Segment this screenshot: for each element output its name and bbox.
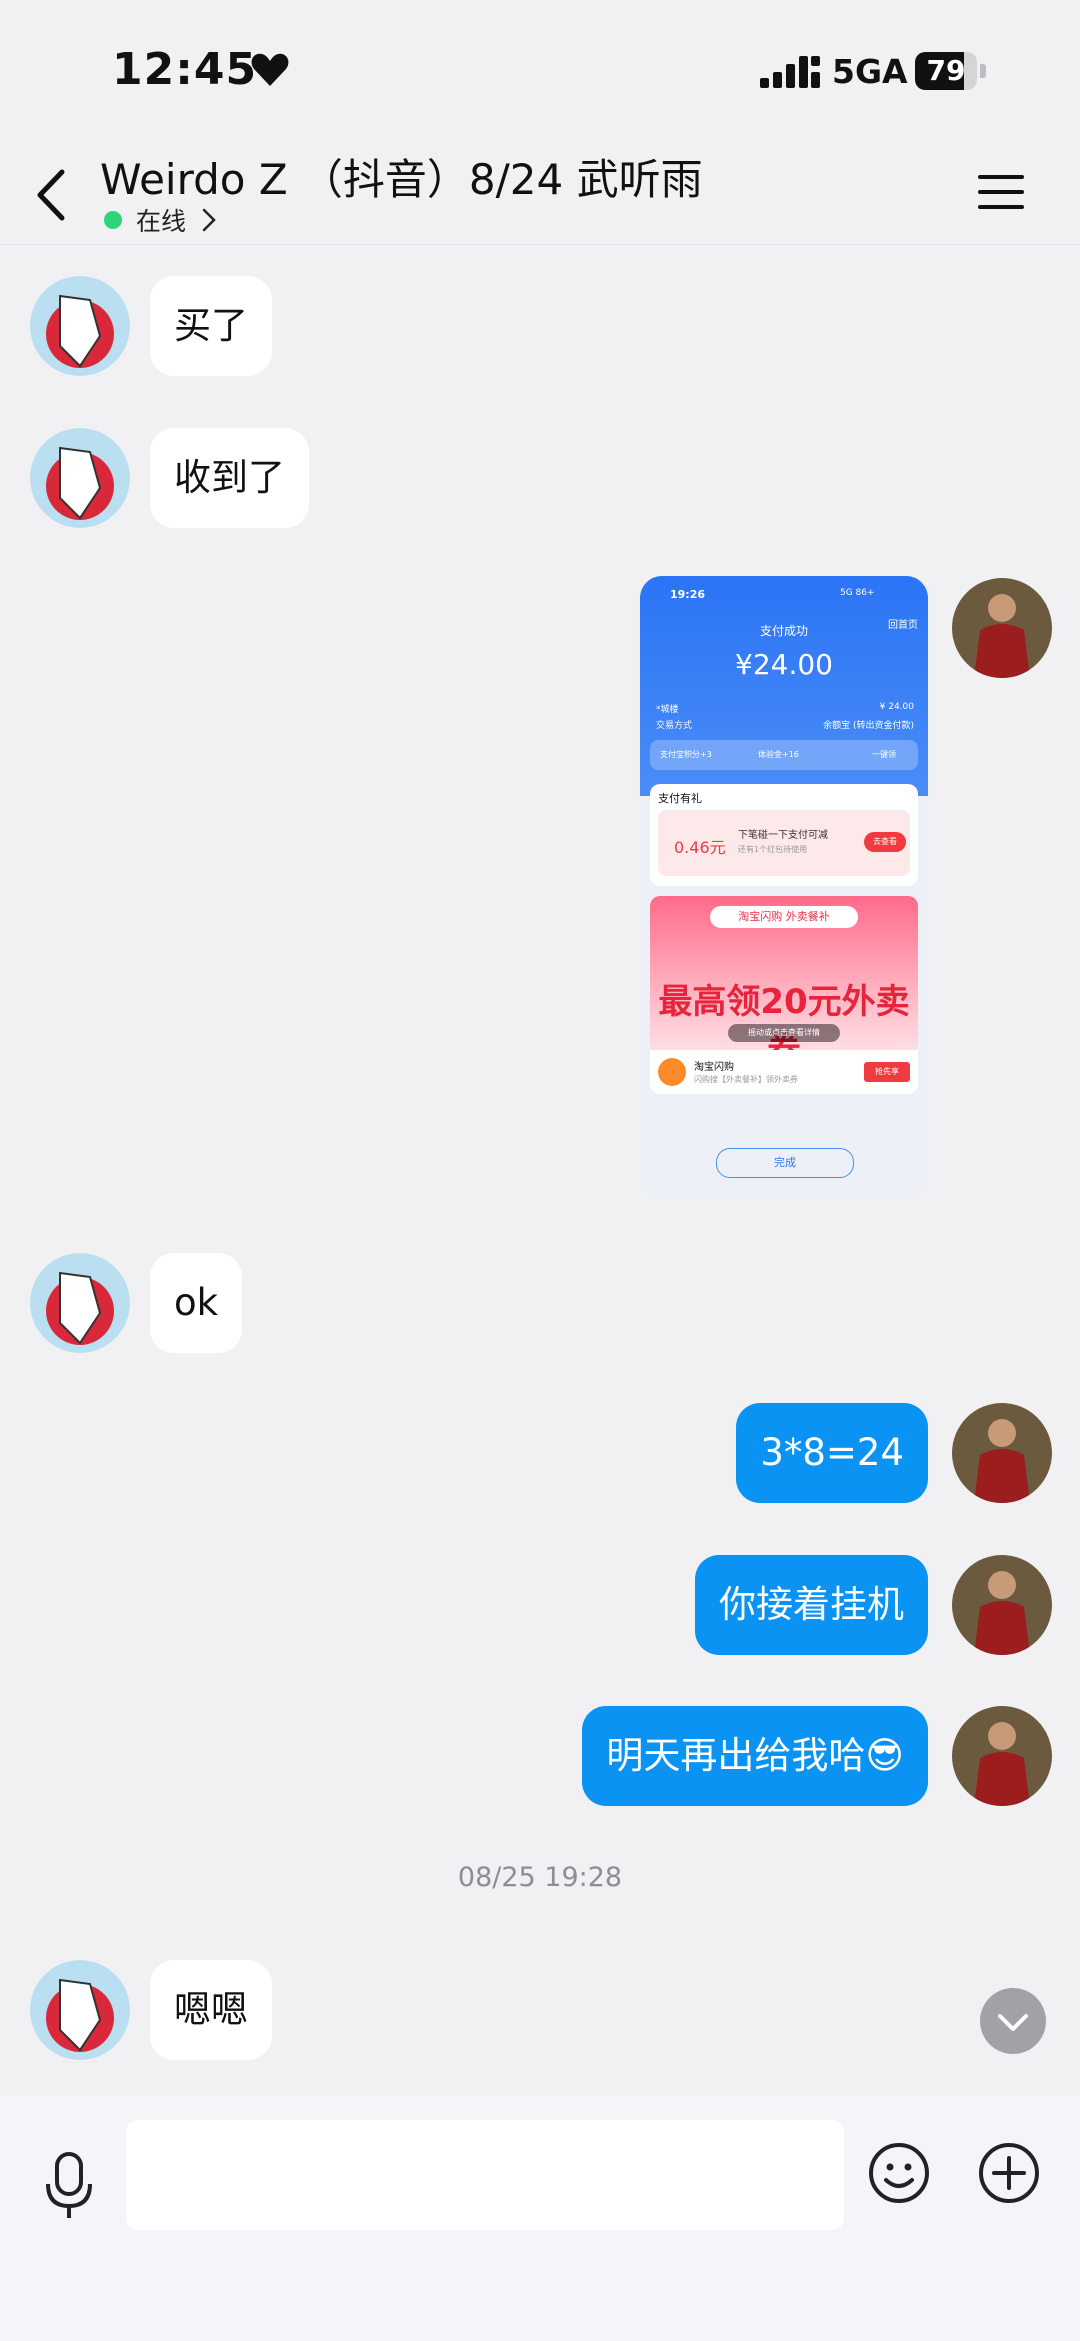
ss-coupon: 0.46元 下笔碰一下支付可减 还有1个红包待使用 去查看 xyxy=(658,810,910,876)
shop-icon xyxy=(658,1058,686,1086)
contact-avatar[interactable] xyxy=(30,1253,130,1353)
ss-rewards-pill: 支付宝积分+3 体验金+16 一键领 xyxy=(650,740,918,770)
contact-avatar[interactable] xyxy=(30,276,130,376)
heart-icon xyxy=(251,53,289,86)
status-bar: 12:45 5GA 79 xyxy=(0,0,1080,140)
message-bubble-outgoing[interactable]: 3*8=24 xyxy=(736,1403,928,1503)
ss-coupon-text: 下笔碰一下支付可减 xyxy=(738,830,828,841)
message-timestamp: 08/25 19:28 xyxy=(457,1862,623,1893)
message-bubble-outgoing[interactable]: 明天再出给我哈😎 xyxy=(582,1706,928,1806)
ss-coupon-button: 去查看 xyxy=(864,832,906,852)
ss-ad-banner: 淘宝闪购 外卖餐补 最高领20元外卖券 摇动或点击查看详情 xyxy=(650,896,918,1056)
my-avatar[interactable] xyxy=(952,1555,1052,1655)
image-message-payment-screenshot[interactable]: 19:26 5G 86+ 回首页 支付成功 ¥24.00 *城楼 ¥ 24.00… xyxy=(640,576,928,1200)
chat-header: Weirdo Z （抖音）8/24 武听雨 在线 xyxy=(0,140,1080,245)
chat-title[interactable]: Weirdo Z （抖音）8/24 武听雨 xyxy=(100,146,703,207)
status-time: 12:45 xyxy=(112,44,258,95)
ss-collect: 一键领 xyxy=(872,750,896,759)
message-bubble-incoming[interactable]: 嗯嗯 xyxy=(150,1960,272,2060)
contact-avatar[interactable] xyxy=(30,1960,130,2060)
network-type: 5GA xyxy=(832,52,908,91)
hamburger-menu-icon[interactable] xyxy=(976,172,1026,212)
ss-merchant-amount: ¥ 24.00 xyxy=(879,702,914,712)
message-bubble-incoming[interactable]: ok xyxy=(150,1253,243,1353)
ss-points: 支付宝积分+3 xyxy=(660,750,712,759)
ss-gift-card: 支付有礼 0.46元 下笔碰一下支付可减 还有1个红包待使用 去查看 xyxy=(650,784,918,886)
online-status[interactable]: 在线 xyxy=(104,202,218,238)
my-avatar[interactable] xyxy=(952,1403,1052,1503)
ss-payment-method: 余额宝 (转出资金付款) xyxy=(823,721,914,731)
chevron-down-icon xyxy=(998,2014,1028,2031)
ss-shop-sub: 闪购搜【外卖餐补】领外卖券 xyxy=(694,1075,798,1084)
ss-time: 19:26 xyxy=(670,588,706,601)
ss-success: 支付成功 xyxy=(759,624,808,638)
scroll-to-bottom-button[interactable] xyxy=(980,1988,1046,2054)
back-icon[interactable] xyxy=(28,160,78,230)
message-bubble-incoming[interactable]: 收到了 xyxy=(150,428,309,528)
ss-amount: ¥24.00 xyxy=(735,648,833,681)
ss-shop-name: 淘宝闪购 xyxy=(694,1062,734,1073)
chevron-right-icon xyxy=(202,208,216,232)
message-input[interactable] xyxy=(126,2120,844,2230)
ss-status: 5G 86+ xyxy=(840,588,875,598)
ss-ad-main: 最高领20元外卖券 xyxy=(658,982,910,1056)
message-input-bar xyxy=(0,2096,1080,2341)
my-avatar[interactable] xyxy=(952,1706,1052,1806)
battery-level: 79 xyxy=(926,54,966,87)
ss-coupon-value: 0.46元 xyxy=(674,838,726,857)
plus-circle-icon[interactable] xyxy=(976,2140,1042,2206)
ss-gift-title: 支付有礼 xyxy=(658,792,702,805)
ss-payment-method-label: 交易方式 xyxy=(656,721,693,731)
smiley-icon[interactable] xyxy=(866,2140,932,2206)
contact-avatar[interactable] xyxy=(30,428,130,528)
message-bubble-outgoing[interactable]: 你接着挂机 xyxy=(695,1555,928,1655)
ss-merchant: *城楼 xyxy=(656,705,679,715)
ss-exp: 体验金+16 xyxy=(758,750,799,759)
message-bubble-incoming[interactable]: 买了 xyxy=(150,276,272,376)
cellular-signal-icon xyxy=(760,56,820,88)
battery-indicator: 79 xyxy=(915,52,987,90)
online-status-label: 在线 xyxy=(136,207,187,236)
ss-coupon-sub: 还有1个红包待使用 xyxy=(738,845,808,854)
ss-shop-button: 抢先享 xyxy=(864,1062,910,1082)
ss-done-button: 完成 xyxy=(716,1148,854,1178)
my-avatar[interactable] xyxy=(952,578,1052,678)
ss-ad-sub: 摇动或点击查看详情 xyxy=(728,1024,840,1042)
ss-ad-tag: 淘宝闪购 外卖餐补 xyxy=(710,906,858,928)
microphone-icon[interactable] xyxy=(36,2144,102,2228)
ss-shop-row: 淘宝闪购 闪购搜【外卖餐补】领外卖券 抢先享 xyxy=(650,1050,918,1094)
online-dot xyxy=(104,211,122,229)
